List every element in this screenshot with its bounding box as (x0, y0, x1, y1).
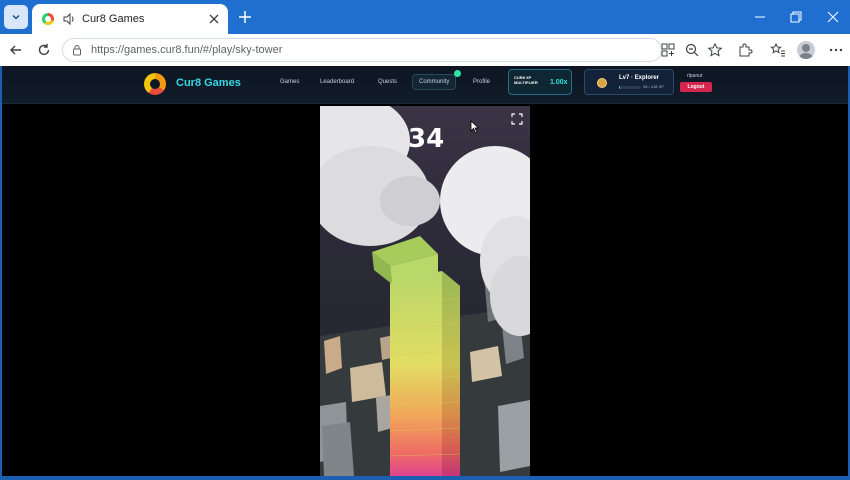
profile-avatar[interactable] (797, 41, 815, 59)
tower-stack (372, 236, 461, 476)
tab-actions-menu-button[interactable] (4, 5, 28, 29)
xp-progress-fill (619, 86, 621, 89)
nav-profile[interactable]: Profile (473, 79, 490, 85)
app-grid-icon[interactable] (660, 42, 676, 58)
tab-title: Cur8 Games (82, 13, 145, 25)
new-tab-button[interactable] (236, 8, 254, 26)
xp-multiplier-value: 1.00x (550, 79, 568, 86)
fullscreen-icon[interactable] (511, 113, 523, 125)
back-arrow-icon[interactable] (8, 42, 24, 58)
nav-community[interactable]: Community (412, 74, 457, 90)
favorites-list-icon[interactable] (770, 42, 786, 58)
favorite-star-icon[interactable] (707, 42, 723, 58)
browser-toolbar: https://games.cur8.fun/#/play/sky-tower (0, 34, 850, 66)
browser-tab-bar: Cur8 Games (0, 0, 850, 34)
reload-icon[interactable] (36, 42, 52, 58)
address-bar[interactable]: https://games.cur8.fun/#/play/sky-tower (62, 38, 662, 62)
level-badge-icon (597, 78, 607, 88)
close-window-icon[interactable] (825, 9, 841, 25)
speaker-icon[interactable] (62, 12, 76, 26)
xp-multiplier-label: CUR8 XP MULTIPLIER (514, 75, 538, 85)
game-canvas[interactable]: 34 (320, 106, 530, 476)
game-score: 34 (408, 124, 445, 154)
xp-progress-bar (619, 86, 641, 89)
chevron-down-icon (12, 14, 20, 20)
cur8-logo-icon[interactable] (144, 73, 166, 95)
site-favicon-icon (42, 13, 54, 25)
browser-tab[interactable]: Cur8 Games (32, 4, 228, 34)
xp-progress-text: 26 / 418 XP (643, 84, 664, 89)
level-panel[interactable]: Lv7 · Explorer 26 / 418 XP (584, 69, 674, 95)
more-options-icon[interactable] (828, 42, 844, 58)
level-text: Lv7 · Explorer (619, 75, 660, 81)
logout-button[interactable]: Logout (680, 82, 712, 92)
tab-close-button[interactable] (206, 11, 222, 27)
nav-games[interactable]: Games (280, 79, 299, 85)
mouse-cursor-icon (470, 120, 480, 134)
restore-icon[interactable] (788, 9, 804, 25)
nav-quests[interactable]: Quests (378, 79, 397, 85)
page-viewport: Cur8 Games Games Leaderboard Quests Comm… (2, 66, 848, 476)
site-header: Cur8 Games Games Leaderboard Quests Comm… (2, 66, 848, 104)
zoom-icon[interactable] (684, 42, 700, 58)
extensions-icon[interactable] (737, 42, 753, 58)
close-icon (209, 14, 219, 24)
url-text: https://games.cur8.fun/#/play/sky-tower (91, 44, 283, 56)
notification-dot (454, 70, 461, 77)
site-brand[interactable]: Cur8 Games (176, 77, 241, 89)
minimize-icon[interactable] (752, 9, 768, 25)
xp-multiplier-badge[interactable]: CUR8 XP MULTIPLIER 1.00x (508, 69, 572, 95)
username: rlpanur (687, 73, 703, 79)
lock-icon[interactable] (71, 44, 83, 56)
nav-leaderboard[interactable]: Leaderboard (320, 79, 354, 85)
